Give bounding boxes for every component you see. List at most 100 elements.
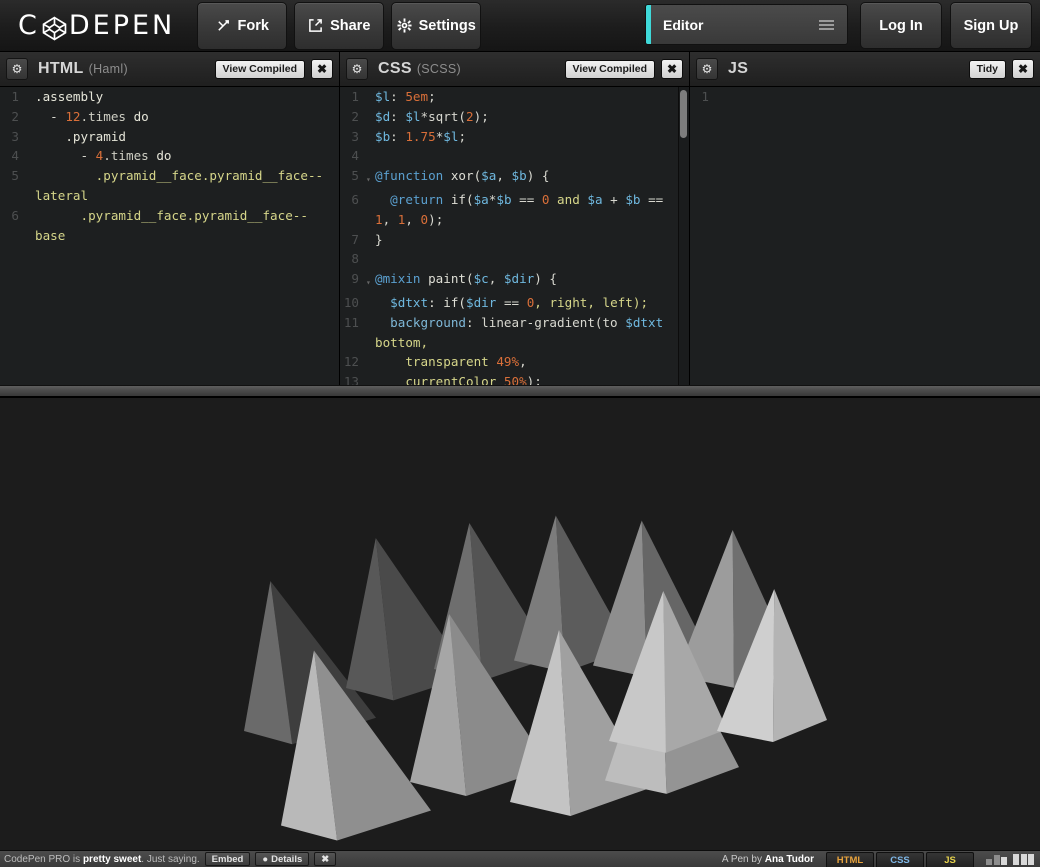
- code-token: $dtxt: [375, 295, 428, 310]
- code-token: +: [603, 192, 626, 207]
- css-pane-lang: CSS: [378, 60, 412, 77]
- embed-label: Embed: [212, 854, 244, 865]
- code-token: 5em: [405, 89, 428, 104]
- code-token: );: [474, 109, 489, 124]
- css-close-icon[interactable]: ✖: [661, 59, 683, 79]
- code-token: .pyramid__face.pyramid__face--base: [35, 208, 308, 243]
- toolbar-actions: Fork Share: [197, 2, 481, 50]
- layout-columns-icon[interactable]: [1013, 853, 1034, 865]
- code-line: 11 background: linear-gradient(to $dtxt …: [340, 313, 689, 353]
- pen-credit: A Pen by Ana Tudor: [722, 854, 814, 865]
- code-token: ) {: [534, 271, 557, 286]
- line-number: 9: [340, 269, 366, 289]
- editor-view-dropdown[interactable]: Editor: [645, 4, 848, 45]
- html-view-compiled-button[interactable]: View Compiled: [215, 60, 306, 79]
- js-settings-gear-icon[interactable]: ⚙: [696, 58, 718, 80]
- line-number: 2: [0, 107, 26, 127]
- code-line: 3 .pyramid: [0, 127, 339, 147]
- fork-label: Fork: [238, 18, 269, 34]
- css-scrollbar-thumb[interactable]: [680, 90, 687, 138]
- fork-button[interactable]: Fork: [197, 2, 287, 50]
- settings-button[interactable]: Settings: [391, 2, 481, 50]
- code-token: if(: [443, 192, 473, 207]
- code-token: 1: [375, 212, 383, 227]
- code-token: $b: [496, 192, 511, 207]
- code-token: -: [35, 109, 65, 124]
- code-token: $a: [587, 192, 602, 207]
- settings-label: Settings: [419, 18, 476, 34]
- html-settings-gear-icon[interactable]: ⚙: [6, 58, 28, 80]
- fold-toggle-icon: [366, 249, 375, 253]
- close-promo-button[interactable]: ✖: [314, 852, 336, 866]
- code-line: 1.assembly: [0, 87, 339, 107]
- html-code-area[interactable]: 1.assembly2 - 12.times do3 .pyramid4 - 4…: [0, 87, 339, 385]
- code-token: $dtxt: [625, 315, 663, 330]
- lang-tab-css[interactable]: CSS: [876, 852, 924, 867]
- js-code-area[interactable]: 1: [690, 87, 1040, 385]
- top-toolbar: C DEPEN: [0, 0, 1040, 52]
- code-token: $l: [443, 129, 458, 144]
- fold-toggle-icon: [366, 313, 375, 317]
- code-text: @mixin paint($c, $dir) {: [375, 269, 689, 289]
- fold-toggle-icon[interactable]: ▾: [366, 166, 375, 190]
- fold-toggle-icon: [26, 87, 35, 91]
- embed-button[interactable]: Embed: [205, 852, 251, 866]
- code-text: $l: 5em;: [375, 87, 689, 107]
- signup-label: Sign Up: [964, 18, 1019, 34]
- code-text: @function xor($a, $b) {: [375, 166, 689, 186]
- pro-promo-text: CodePen PRO is pretty sweet. Just saying…: [4, 854, 200, 865]
- line-number: 6: [0, 206, 26, 226]
- line-number: 3: [340, 127, 366, 147]
- css-settings-gear-icon[interactable]: ⚙: [346, 58, 368, 80]
- fold-toggle-icon: [366, 190, 375, 194]
- details-button[interactable]: ● Details: [255, 852, 309, 866]
- fold-toggle-icon: [26, 107, 35, 111]
- css-view-compiled-button[interactable]: View Compiled: [565, 60, 656, 79]
- editor-view-label: Editor: [663, 17, 819, 33]
- code-token: 2: [466, 109, 474, 124]
- line-number: 1: [690, 87, 716, 107]
- fold-toggle-icon[interactable]: ▾: [366, 269, 375, 293]
- lang-tab-js[interactable]: JS: [926, 852, 974, 867]
- code-token: 1.75: [405, 129, 435, 144]
- credit-author[interactable]: Ana Tudor: [765, 854, 814, 865]
- login-button[interactable]: Log In: [860, 2, 942, 49]
- code-token: ,: [496, 168, 511, 183]
- html-preprocessor-label: (Haml): [89, 62, 128, 76]
- horizontal-resize-handle[interactable]: [0, 385, 1040, 398]
- layout-rows-icon[interactable]: [986, 853, 1007, 865]
- js-close-icon[interactable]: ✖: [1012, 59, 1034, 79]
- code-line: 5 .pyramid__face.pyramid__face--lateral: [0, 166, 339, 206]
- language-tabs: HTMLCSSJS: [826, 852, 974, 867]
- code-token: background: [375, 315, 466, 330]
- hamburger-icon: [819, 20, 834, 30]
- html-editor-pane: ⚙ HTML(Haml) View Compiled ✖ 1.assembly2…: [0, 52, 340, 385]
- credit-prefix: A Pen by: [722, 854, 765, 865]
- code-token: ==: [640, 192, 670, 207]
- signup-button[interactable]: Sign Up: [950, 2, 1032, 49]
- gear-icon: [397, 18, 412, 33]
- code-token: .times: [103, 148, 156, 163]
- code-line: 4 - 4.times do: [0, 146, 339, 166]
- line-number: 5: [340, 166, 366, 186]
- code-token: : if(: [428, 295, 466, 310]
- fold-toggle-icon: [366, 107, 375, 111]
- js-tidy-button[interactable]: Tidy: [969, 60, 1006, 79]
- code-line: 2$d: $l*sqrt(2);: [340, 107, 689, 127]
- html-close-icon[interactable]: ✖: [311, 59, 333, 79]
- code-token: );: [527, 374, 542, 385]
- code-token: ,: [519, 354, 527, 369]
- lang-tab-html[interactable]: HTML: [826, 852, 874, 867]
- codepen-logo[interactable]: C DEPEN: [18, 12, 175, 39]
- share-button[interactable]: Share: [294, 2, 384, 50]
- css-code-area[interactable]: 1$l: 5em;2$d: $l*sqrt(2);3$b: 1.75*$l;4 …: [340, 87, 689, 385]
- fold-toggle-icon: [716, 87, 725, 91]
- code-token: 50%: [504, 374, 527, 385]
- preview-iframe[interactable]: [0, 398, 1040, 850]
- js-pane-header-actions: Tidy ✖: [969, 59, 1034, 79]
- line-number: 5: [0, 166, 26, 186]
- code-text: [725, 87, 1040, 107]
- line-number: 11: [340, 313, 366, 333]
- code-token: xor(: [443, 168, 481, 183]
- fold-toggle-icon: [366, 230, 375, 234]
